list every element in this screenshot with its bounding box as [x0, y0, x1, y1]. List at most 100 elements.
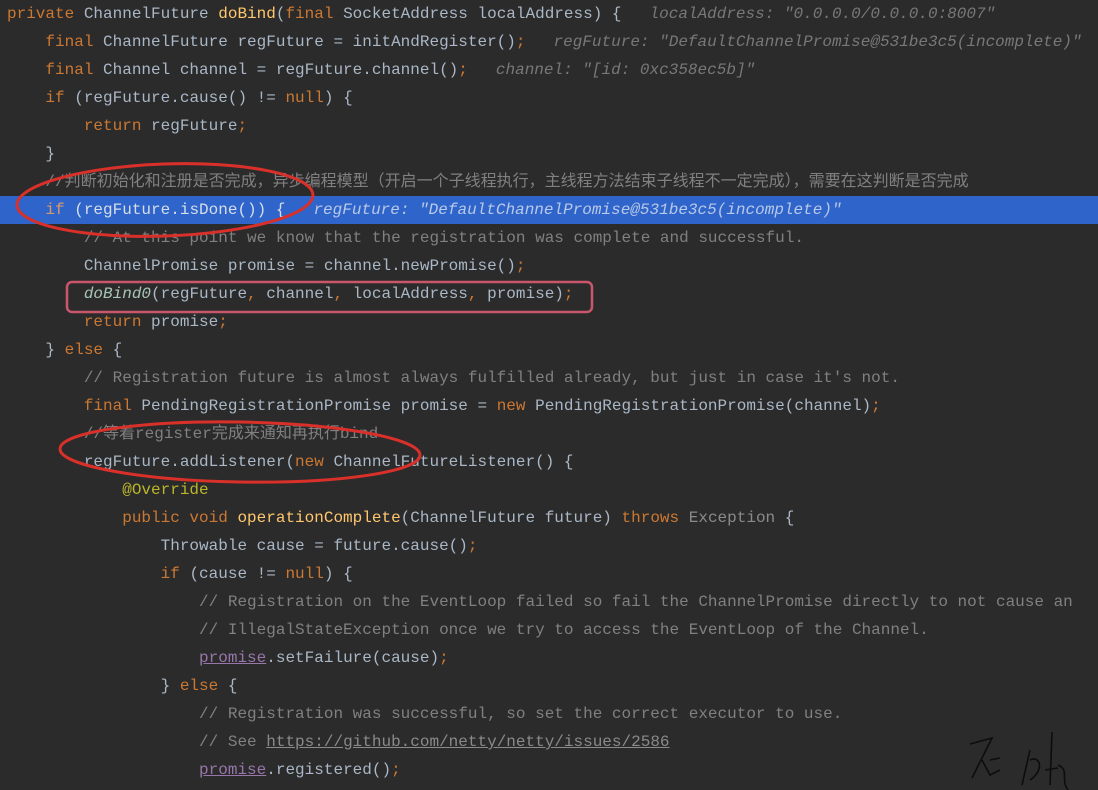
- code-line[interactable]: ChannelPromise promise = channel.newProm…: [0, 252, 1098, 280]
- code-line[interactable]: public void operationComplete(ChannelFut…: [0, 504, 1098, 532]
- code-line[interactable]: regFuture.addListener(new ChannelFutureL…: [0, 448, 1098, 476]
- code-text: }: [45, 341, 65, 359]
- inline-debug-hint: regFuture: "DefaultChannelPromise@531be3…: [553, 33, 1082, 51]
- code-line[interactable]: // Registration on the EventLoop failed …: [0, 588, 1098, 616]
- code-line[interactable]: promise.setFailure(cause);: [0, 644, 1098, 672]
- code-line[interactable]: @Override: [0, 476, 1098, 504]
- keyword: if: [45, 89, 75, 107]
- code-text: }: [45, 145, 56, 163]
- code-text: (cause !=: [189, 565, 286, 583]
- code-line[interactable]: }: [0, 140, 1098, 168]
- code-line[interactable]: //判断初始化和注册是否完成，异步编程模型（开启一个子线程执行，主线程方法结束子…: [0, 168, 1098, 196]
- code-text: {: [784, 509, 795, 527]
- field-ref: promise: [199, 649, 267, 667]
- keyword: throws: [621, 509, 689, 527]
- keyword: final: [45, 33, 104, 51]
- code-line[interactable]: Throwable cause = future.cause();: [0, 532, 1098, 560]
- code-line[interactable]: // At this point we know that the regist…: [0, 224, 1098, 252]
- code-text: promise: [151, 313, 219, 331]
- keyword: new: [496, 397, 536, 415]
- code-line[interactable]: doBind0(regFuture, channel, localAddress…: [0, 280, 1098, 308]
- code-editor[interactable]: private ChannelFuture doBind(final Socke…: [0, 0, 1098, 784]
- keyword: ;: [515, 33, 526, 51]
- keyword: ;: [458, 61, 468, 79]
- keyword: final: [45, 61, 104, 79]
- code-text: localAddress: [352, 285, 468, 303]
- code-line[interactable]: // Registration was successful, so set t…: [0, 700, 1098, 728]
- keyword: ;: [218, 313, 228, 331]
- keyword: if: [160, 565, 190, 583]
- type-name: Exception: [688, 509, 785, 527]
- code-line[interactable]: final Channel channel = regFuture.channe…: [0, 56, 1098, 84]
- code-text: (: [275, 5, 286, 23]
- code-line[interactable]: //等着register完成来通知再执行bind: [0, 420, 1098, 448]
- keyword: ;: [871, 397, 881, 415]
- code-line[interactable]: final ChannelFuture regFuture = initAndR…: [0, 28, 1098, 56]
- code-line[interactable]: promise.registered();: [0, 756, 1098, 784]
- keyword: return: [83, 117, 152, 135]
- keyword: ;: [515, 257, 526, 275]
- code-text: ChannelFutureListener() {: [333, 453, 574, 471]
- keyword: ;: [391, 761, 401, 779]
- code-text: Channel channel = regFuture.channel(): [103, 61, 459, 79]
- code-line[interactable]: // See https://github.com/netty/netty/is…: [0, 728, 1098, 756]
- inline-debug-hint: localAddress: "0.0.0.0/0.0.0.0:8007": [649, 5, 996, 23]
- method-call: doBind0: [83, 285, 152, 303]
- code-text: channel: [266, 285, 334, 303]
- code-text: ) {: [323, 565, 353, 583]
- code-text: regFuture: [151, 117, 238, 135]
- keyword: ,: [467, 285, 488, 303]
- inline-debug-hint: regFuture: "DefaultChannelPromise@531be3…: [313, 201, 842, 219]
- code-text: (regFuture.isDone()) {: [74, 201, 286, 219]
- code-line[interactable]: if (cause != null) {: [0, 560, 1098, 588]
- comment: // At this point we know that the regist…: [83, 229, 804, 247]
- keyword: private: [7, 5, 84, 23]
- code-line[interactable]: // Registration future is almost always …: [0, 364, 1098, 392]
- keyword: else: [64, 341, 113, 359]
- link[interactable]: https://github.com/netty/netty/issues/25…: [266, 733, 669, 751]
- keyword: ;: [237, 117, 248, 135]
- code-text: ) {: [323, 89, 353, 107]
- method-name: doBind: [218, 5, 276, 23]
- keyword: if: [45, 201, 75, 219]
- code-line[interactable]: return promise;: [0, 308, 1098, 336]
- code-line[interactable]: // IllegalStateException once we try to …: [0, 616, 1098, 644]
- code-line[interactable]: if (regFuture.cause() != null) {: [0, 84, 1098, 112]
- code-text: .setFailure(cause): [266, 649, 440, 667]
- code-line[interactable]: } else {: [0, 672, 1098, 700]
- code-line[interactable]: } else {: [0, 336, 1098, 364]
- code-text: ChannelPromise promise = channel.newProm…: [83, 257, 516, 275]
- code-text: (regFuture.cause() !=: [74, 89, 286, 107]
- keyword: else: [179, 677, 228, 695]
- keyword: null: [285, 565, 324, 583]
- keyword: ,: [247, 285, 267, 303]
- code-line[interactable]: private ChannelFuture doBind(final Socke…: [0, 0, 1098, 28]
- keyword: ;: [439, 649, 449, 667]
- code-line[interactable]: final PendingRegistrationPromise promise…: [0, 392, 1098, 420]
- code-text: {: [112, 341, 123, 359]
- code-line[interactable]: return regFuture;: [0, 112, 1098, 140]
- keyword: new: [295, 453, 334, 471]
- keyword: ;: [563, 285, 574, 303]
- code-line-highlighted[interactable]: if (regFuture.isDone()) { regFuture: "Def…: [0, 196, 1098, 224]
- code-text: Throwable cause = future.cause(): [160, 537, 468, 555]
- comment: // See: [199, 733, 267, 751]
- comment: //判断初始化和注册是否完成，异步编程模型（开启一个子线程执行，主线程方法结束子…: [45, 173, 969, 191]
- keyword: final: [285, 5, 344, 23]
